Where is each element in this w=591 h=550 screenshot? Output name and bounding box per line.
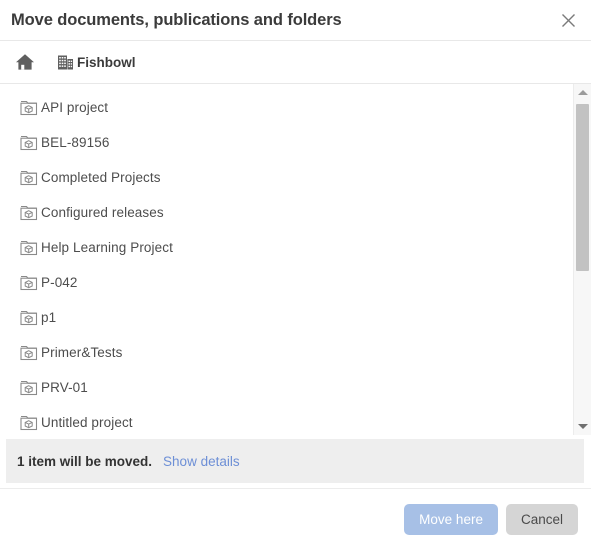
- list-scrollbar[interactable]: [573, 84, 591, 435]
- chevron-down-icon[interactable]: [574, 418, 591, 435]
- close-icon[interactable]: [555, 7, 581, 33]
- move-here-button[interactable]: Move here: [404, 504, 498, 535]
- project-folder-icon: [18, 307, 39, 328]
- building-icon: [57, 54, 74, 71]
- chevron-up-icon[interactable]: [574, 84, 591, 101]
- list-item[interactable]: Completed Projects: [0, 160, 569, 195]
- list-item-label: Help Learning Project: [41, 240, 173, 255]
- dialog-footer: Move here Cancel: [0, 489, 591, 550]
- breadcrumb-label: Fishbowl: [77, 54, 136, 70]
- scrollbar-thumb[interactable]: [576, 104, 589, 271]
- project-folder-icon: [18, 97, 39, 118]
- show-details-link[interactable]: Show details: [163, 454, 240, 469]
- list-item-label: Completed Projects: [41, 170, 161, 185]
- list-item[interactable]: Configured releases: [0, 195, 569, 230]
- info-bar-zone: 1 item will be moved. Show details: [0, 435, 591, 489]
- info-bar: 1 item will be moved. Show details: [6, 439, 584, 483]
- list-item-label: Untitled project: [41, 415, 133, 430]
- breadcrumb-item-fishbowl[interactable]: Fishbowl: [57, 54, 136, 71]
- list-item-label: BEL-89156: [41, 135, 110, 150]
- list-item-label: p1: [41, 310, 57, 325]
- dialog-titlebar: Move documents, publications and folders: [0, 0, 591, 41]
- move-dialog: Move documents, publications and folders: [0, 0, 591, 550]
- home-icon: [15, 53, 35, 71]
- list-item-label: Primer&Tests: [41, 345, 123, 360]
- list-item-label: P-042: [41, 275, 78, 290]
- cancel-button[interactable]: Cancel: [505, 504, 578, 535]
- list-item[interactable]: Primer&Tests: [0, 335, 569, 370]
- list-item[interactable]: Help Learning Project: [0, 230, 569, 265]
- project-folder-icon: [18, 237, 39, 258]
- list-item-label: PRV-01: [41, 380, 88, 395]
- project-folder-icon: [18, 132, 39, 153]
- project-folder-icon: [18, 377, 39, 398]
- project-folder-icon: [18, 342, 39, 363]
- list-item-label: Configured releases: [41, 205, 164, 220]
- dialog-title: Move documents, publications and folders: [11, 10, 342, 29]
- move-count-text: 1 item will be moved.: [17, 453, 153, 469]
- breadcrumb-home[interactable]: [15, 53, 35, 71]
- list-item-label: API project: [41, 100, 109, 115]
- project-folder-icon: [18, 412, 39, 433]
- list-item[interactable]: P-042: [0, 265, 569, 300]
- breadcrumb: Fishbowl: [0, 41, 591, 84]
- folder-list-container: API project BEL-89156 Completed Projects…: [0, 84, 591, 435]
- folder-list: API project BEL-89156 Completed Projects…: [0, 84, 569, 435]
- list-item[interactable]: p1: [0, 300, 569, 335]
- list-item[interactable]: PRV-01: [0, 370, 569, 405]
- list-item[interactable]: API project: [0, 90, 569, 125]
- list-item[interactable]: Untitled project: [0, 405, 569, 435]
- project-folder-icon: [18, 202, 39, 223]
- list-item[interactable]: BEL-89156: [0, 125, 569, 160]
- project-folder-icon: [18, 167, 39, 188]
- project-folder-icon: [18, 272, 39, 293]
